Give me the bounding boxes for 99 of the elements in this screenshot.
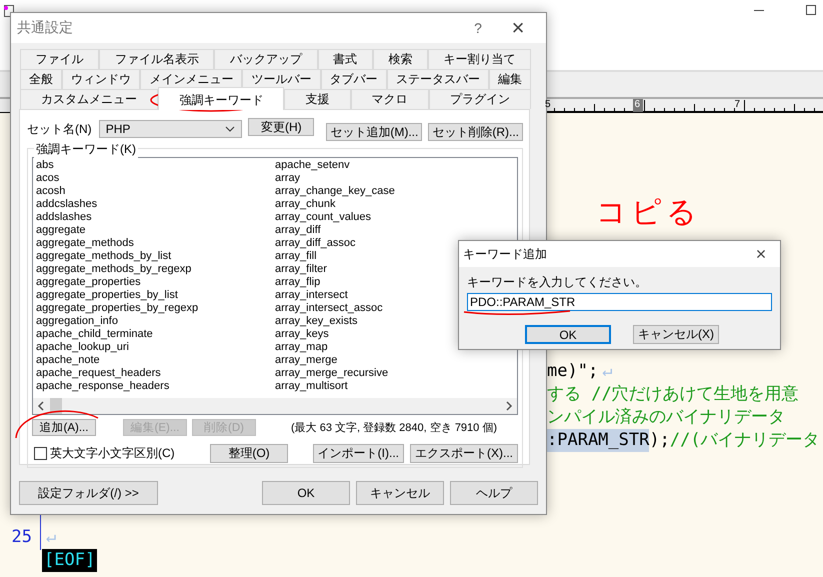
keyword-item[interactable]: addslashes (36, 211, 92, 224)
keyword-item[interactable]: array_change_key_case (275, 185, 395, 198)
keyword-item[interactable]: array_merge (275, 354, 338, 367)
set-dropdown[interactable]: PHP (98, 120, 242, 138)
keyword-item[interactable]: apache_note (36, 354, 100, 367)
tab[interactable]: 支援 (284, 89, 351, 109)
dialog-button[interactable]: ヘルプ (450, 481, 538, 505)
set-name-label: セット名(N) (27, 120, 93, 138)
ruler-number: 7 (734, 99, 742, 112)
tab[interactable]: プラグイン (428, 89, 532, 109)
keyword-item[interactable]: apache_response_headers (36, 380, 170, 393)
tab[interactable]: メインメニュー (140, 69, 242, 89)
dialog-title: 共通設定 (17, 19, 73, 37)
keyword-item[interactable]: array_count_values (275, 211, 372, 224)
import-export-button[interactable]: エクスポート(X)... (410, 444, 518, 462)
chevron-down-icon (225, 126, 236, 132)
dialog-button[interactable]: OK (525, 325, 611, 344)
tab[interactable]: ステータスバー (386, 69, 489, 89)
tab[interactable]: マクロ (350, 89, 429, 109)
dialog-button[interactable]: キャンセル(X) (633, 325, 719, 344)
keyword-item[interactable]: array_chunk (275, 198, 336, 211)
keyword-item[interactable]: array_multisort (275, 380, 348, 393)
keyword-item[interactable]: aggregate (36, 224, 86, 237)
keyword-item[interactable]: aggregate_properties_by_regexp (36, 302, 198, 315)
horizontal-scrollbar[interactable] (33, 398, 517, 414)
close-button[interactable]: × (498, 15, 538, 41)
tab[interactable]: ツールバー (242, 69, 321, 89)
code-text: me)"; (547, 360, 598, 383)
tidy-button[interactable]: 整理(O) (210, 444, 288, 462)
keyword-item[interactable]: aggregate_methods_by_regexp (36, 263, 192, 276)
keyword-item[interactable]: array_key_exists (275, 315, 358, 328)
tab[interactable]: 検索 (372, 49, 428, 69)
eof-marker: [EOF] (42, 549, 98, 572)
dialog-button[interactable]: キャンセル (356, 481, 444, 505)
group-label: 強調キーワード(K) (34, 141, 138, 158)
keyword-item[interactable]: array_diff (275, 224, 321, 237)
keyword-input[interactable]: PDO::PARAM_STR (467, 293, 772, 311)
scroll-left-icon (37, 401, 44, 411)
tab[interactable]: 強調キーワード (158, 87, 284, 110)
scroll-thumb[interactable] (50, 398, 62, 414)
help-button[interactable]: ? (458, 15, 498, 41)
scroll-right-icon (506, 401, 513, 411)
tab[interactable]: バックアップ (214, 49, 318, 69)
code-comment: //(バイナリデータ (670, 429, 820, 452)
tab[interactable]: 全般 (20, 69, 62, 89)
tab[interactable]: ファイル (20, 49, 100, 69)
code-comment: する //穴だけあけて生地を用意 (547, 383, 799, 406)
keyword-item[interactable]: array_merge_recursive (275, 367, 388, 380)
import-export-button[interactable]: インポート(I)... (312, 444, 404, 462)
handwritten-note: コピる (596, 196, 701, 230)
keyword-item[interactable]: array_intersect (275, 289, 348, 302)
keyword-item[interactable]: aggregate_properties (36, 276, 141, 289)
tab[interactable]: カスタムメニュー (20, 89, 158, 109)
keyword-item[interactable]: array_intersect_assoc (275, 302, 383, 315)
keyword-item[interactable]: abs (36, 159, 54, 172)
line-number: 25 (10, 526, 33, 549)
settings-folder-button[interactable]: 設定フォルダ(/) >> (19, 481, 158, 505)
keyword-count-info: (最大 63 文字, 登録数 2840, 空き 7910 個) (291, 420, 498, 434)
dialog-button[interactable]: OK (262, 481, 350, 505)
keyword-item[interactable]: array_map (275, 341, 328, 354)
keyword-item[interactable]: array_diff_assoc (275, 237, 356, 250)
keyword-item[interactable]: aggregate_methods_by_list (36, 250, 172, 263)
keyword-item[interactable]: array (275, 172, 300, 185)
ruler-number: 6 (633, 99, 643, 112)
keyword-item[interactable]: acos (36, 172, 60, 185)
prompt-label: キーワードを入力してください。 (467, 275, 648, 289)
keyword-item[interactable]: array_keys (275, 328, 329, 341)
ruler-number: 5 (545, 99, 552, 112)
tab[interactable]: タブバー (320, 69, 387, 89)
keyword-item[interactable]: array_filter (275, 263, 327, 276)
tab[interactable]: 編集 (488, 69, 531, 89)
tab[interactable]: ファイル名表示 (99, 49, 214, 69)
selected-text: :PARAM_STR (547, 429, 650, 452)
set-button[interactable]: セット追加(M)... (326, 123, 422, 141)
line-end-mark: ↵ (602, 360, 612, 383)
keyword-item[interactable]: aggregate_properties_by_list (36, 289, 178, 302)
tab[interactable]: キー割り当て (428, 49, 532, 69)
code-comment: ンパイル済みのバイナリデータ (547, 406, 785, 429)
keyword-item[interactable]: array_fill (275, 250, 317, 263)
keyword-item[interactable]: apache_lookup_uri (36, 341, 129, 354)
keyword-item[interactable]: aggregation_info (36, 315, 118, 328)
set-button[interactable]: セット削除(R)... (428, 123, 523, 141)
maximize-icon (805, 4, 817, 16)
keyword-item[interactable]: apache_setenv (275, 159, 350, 172)
keyword-item[interactable]: acosh (36, 185, 66, 198)
case-checkbox[interactable]: 英大文字小文字区別(C) (34, 444, 194, 462)
code-text: ); (649, 429, 670, 452)
close-button[interactable]: × (746, 241, 776, 267)
tab[interactable]: 書式 (318, 49, 373, 69)
keyword-button[interactable]: 追加(A)... (32, 418, 96, 436)
keyword-item[interactable]: apache_child_terminate (36, 328, 153, 341)
dialog-title: キーワード追加 (463, 246, 547, 262)
keyword-item[interactable]: aggregate_methods (36, 237, 134, 250)
keyword-item[interactable]: array_flip (275, 276, 320, 289)
keyword-item[interactable]: addcslashes (36, 198, 98, 211)
line-end-mark: ↵ (46, 526, 56, 549)
set-button[interactable]: 変更(H) (248, 118, 314, 136)
keyword-item[interactable]: apache_request_headers (36, 367, 161, 380)
tab[interactable]: ウィンドウ (62, 69, 140, 89)
